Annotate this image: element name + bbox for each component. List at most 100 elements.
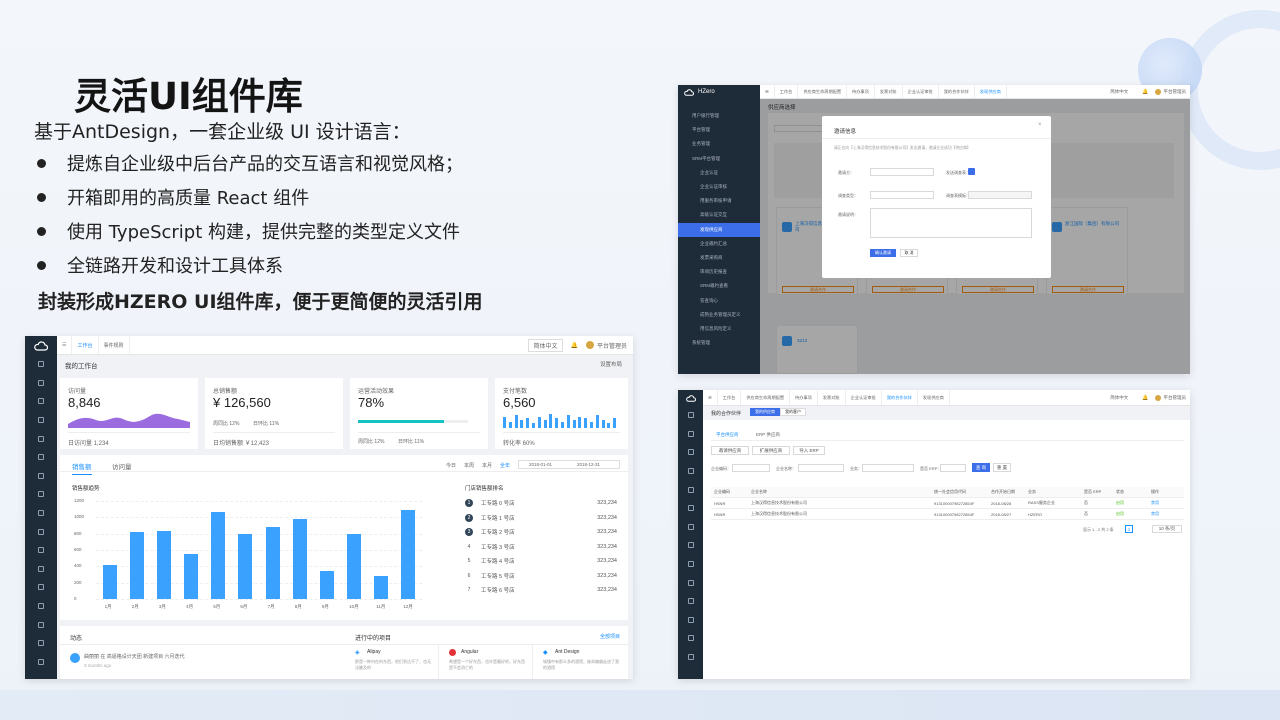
sidebar-nav-icon[interactable] [25, 411, 57, 430]
menu-fold-icon[interactable]: ☰ [760, 85, 775, 98]
sidebar-nav-icon[interactable] [25, 653, 57, 672]
date-range-picker[interactable]: 2018-01-01 2018-12-31 [518, 460, 620, 469]
sidebar-nav-icon[interactable] [25, 467, 57, 486]
table-row[interactable]: HSNR 上海汉得信息技术股份有限公司 91310000798272854F 2018… [711, 498, 1184, 509]
language-select[interactable]: 简体中文 [1110, 395, 1128, 401]
range-week[interactable]: 本周 [464, 462, 474, 469]
avatar[interactable] [1154, 88, 1161, 95]
table-cell[interactable]: 禁用 [1151, 511, 1159, 517]
sidebar-nav-icon[interactable] [25, 429, 57, 448]
sidebar-nav-icon[interactable] [678, 555, 703, 574]
language-select[interactable]: 简体中文 [528, 338, 563, 352]
sidebar-nav-icon[interactable] [678, 425, 703, 444]
tab-erp-suppliers[interactable]: ERP 供应商 [756, 432, 780, 438]
avatar[interactable] [585, 341, 594, 349]
tab-item[interactable]: 待办事项 [847, 85, 875, 98]
sidebar-nav-icon[interactable] [25, 634, 57, 653]
business-input[interactable] [862, 464, 914, 472]
cancel-button[interactable]: 取 消 [900, 249, 918, 257]
expand-supplier-button[interactable]: 扩展供应商 [752, 446, 790, 455]
reset-button[interactable]: 重 置 [993, 463, 1011, 472]
sidebar-nav-icon[interactable] [25, 615, 57, 634]
sidebar-menu-item[interactable]: 企业认证 [678, 166, 760, 180]
send-survey-checkbox[interactable] [968, 168, 975, 175]
tab-visits[interactable]: 访问量 [112, 461, 132, 471]
sidebar-menu-item[interactable]: SRM邀约查看 [678, 279, 760, 293]
survey-template-input[interactable] [968, 191, 1032, 199]
tab-sales[interactable]: 销售额 [72, 461, 92, 475]
bell-icon[interactable]: 🔔 [1142, 395, 1148, 401]
sidebar-nav-icon[interactable] [25, 522, 57, 541]
sidebar-nav-icon[interactable] [678, 480, 703, 499]
sidebar-menu-item[interactable]: 成熟业务管理员定义 [678, 308, 760, 322]
project-alipay[interactable]: ◈ Alipay 那是一种内在的东西，他们到达不了，也无法触及的 [345, 644, 439, 679]
sidebar-menu-item[interactable]: 系统管理 [678, 336, 760, 350]
range-month[interactable]: 本月 [482, 462, 492, 469]
tab-item[interactable]: 企业认证审批 [846, 390, 882, 405]
tab-item[interactable]: 发票对账 [875, 85, 903, 98]
sidebar-nav-icon[interactable] [678, 592, 703, 611]
sidebar-nav-icon[interactable] [678, 443, 703, 462]
current-page[interactable]: 1 [1125, 525, 1133, 533]
bell-icon[interactable]: 🔔 [1142, 89, 1148, 95]
tab-item[interactable]: 工作台 [775, 85, 799, 98]
tab-item[interactable]: 待办事项 [790, 390, 818, 405]
inviter-input[interactable] [870, 168, 934, 176]
tab-event-rules[interactable]: 事件规则 [99, 336, 130, 354]
sidebar-nav-icon[interactable] [25, 374, 57, 393]
sidebar-nav-icon[interactable] [678, 536, 703, 555]
language-select[interactable]: 简体中文 [1110, 89, 1128, 95]
seg-my-customers[interactable]: 我的客户 [780, 408, 806, 416]
sidebar-nav-icon[interactable] [678, 499, 703, 518]
user-name[interactable]: 平台管理员 [1164, 89, 1187, 95]
sidebar-menu-item[interactable]: SRM平台管理 [678, 152, 760, 166]
sidebar-menu-item[interactable]: 用户级行管理 [678, 109, 760, 123]
bell-icon[interactable]: 🔔 [571, 342, 578, 349]
sidebar-nav-icon[interactable] [25, 448, 57, 467]
sidebar-nav-icon[interactable] [25, 560, 57, 579]
range-year[interactable]: 全年 [500, 462, 510, 469]
tab-item[interactable]: 我的合作伙伴 [939, 85, 975, 98]
sidebar-nav-icon[interactable] [678, 629, 703, 648]
sidebar-nav-icon[interactable] [25, 541, 57, 560]
menu-fold-icon[interactable]: ☰ [57, 336, 73, 354]
seg-my-suppliers[interactable]: 我的供应商 [750, 408, 780, 416]
user-name[interactable]: 平台管理员 [597, 341, 627, 350]
tab-item[interactable]: 供应商生命周期配置 [798, 85, 848, 98]
sidebar-nav-icon[interactable] [678, 406, 703, 425]
close-icon[interactable]: × [1038, 122, 1042, 128]
sidebar-menu-item[interactable]: 业务管理 [678, 137, 760, 151]
sidebar-menu-item[interactable]: 答查询心 [678, 293, 760, 307]
sidebar-menu-item[interactable]: 用服务审核申请 [678, 194, 760, 208]
tab-item[interactable]: 供应商生命周期配置 [741, 390, 791, 405]
company-code-input[interactable] [732, 464, 770, 472]
sidebar-nav-icon[interactable] [25, 597, 57, 616]
user-name[interactable]: 平台管理员 [1164, 395, 1187, 401]
sidebar-menu-item[interactable]: 企业邀约汇总 [678, 237, 760, 251]
range-today[interactable]: 今日 [446, 462, 456, 469]
tab-item[interactable]: 发现供应商 [975, 85, 1007, 98]
tab-item[interactable]: 发票对账 [818, 390, 846, 405]
sidebar-menu-item[interactable]: 审阅历史报查 [678, 265, 760, 279]
search-button[interactable]: 查 询 [972, 463, 990, 472]
invite-description-textarea[interactable] [870, 208, 1032, 238]
tab-workbench[interactable]: 工作台 [72, 336, 99, 354]
sidebar-nav-icon[interactable] [25, 355, 57, 374]
avatar[interactable] [1154, 394, 1161, 401]
import-erp-button[interactable]: 导入 ERP [793, 446, 825, 455]
sidebar-menu-item[interactable]: 发票采购商 [678, 251, 760, 265]
sidebar-nav-icon[interactable] [678, 611, 703, 630]
confirm-invite-button[interactable]: 确认邀请 [870, 249, 896, 257]
sidebar-nav-icon[interactable] [25, 578, 57, 597]
sidebar-nav-icon[interactable] [678, 462, 703, 481]
all-projects-link[interactable]: 全部项目 [600, 633, 620, 640]
tab-item[interactable]: 我的合作伙伴 [882, 390, 918, 405]
sidebar-nav-icon[interactable] [678, 518, 703, 537]
tab-item[interactable]: 企业认证审批 [903, 85, 939, 98]
sidebar-menu-item[interactable]: 发现供应商 [678, 222, 760, 237]
sidebar-menu-item[interactable]: 高级认证交互 [678, 208, 760, 222]
sidebar-menu-item[interactable]: 企业认证审核 [678, 180, 760, 194]
company-name-input[interactable] [798, 464, 844, 472]
sidebar-menu-item[interactable]: 平台管理 [678, 123, 760, 137]
table-row[interactable]: HSNR 上海汉得信息技术股份有限公司 91310000798272854F 2018… [711, 509, 1184, 520]
